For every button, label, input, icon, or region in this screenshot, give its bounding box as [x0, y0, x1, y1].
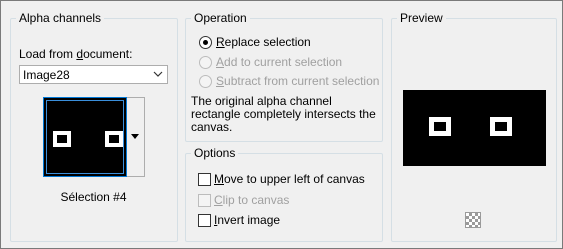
selection-name: Sélection #4 [60, 190, 127, 204]
radio-label-add: Add to current selection [216, 55, 343, 69]
checkbox-move[interactable] [198, 173, 211, 186]
chevron-down-icon [153, 71, 163, 77]
operation-description-line-3: canvas. [191, 120, 233, 134]
preview-canvas [403, 90, 546, 166]
checkbox-label-invert: Invert image [214, 213, 281, 227]
checkbox-clip[interactable] [198, 194, 211, 207]
checkbox-label-move: Move to upper left of canvas [214, 172, 365, 186]
thumbnail-dropdown-button[interactable] [127, 97, 145, 177]
checkbox-label-clip: Clip to canvas [214, 193, 290, 207]
checkerboard-icon[interactable] [465, 212, 481, 228]
document-select[interactable]: Image28 [19, 65, 168, 84]
radio-button-add[interactable] [199, 56, 212, 69]
triangle-down-icon [131, 134, 139, 139]
operation-description-line-2: rectangle completely intersects the [191, 107, 376, 121]
radio-button-replace[interactable] [199, 36, 212, 49]
preview-shape-right [490, 117, 512, 136]
radio-label-subtract: Subtract from current selection [216, 74, 380, 88]
thumbnail-shape-left [53, 131, 71, 147]
options-title: Options [191, 145, 239, 161]
alpha-channels-title: Alpha channels [16, 10, 105, 26]
preview-shape-left [429, 117, 451, 136]
document-select-value: Image28 [23, 68, 70, 82]
operation-description-line-1: The original alpha channel [191, 94, 332, 108]
load-from-document-label: Load from document: [19, 47, 133, 61]
alpha-channel-dialog: Alpha channels Load from document: Image… [0, 0, 563, 249]
thumbnail-shape-right [105, 131, 123, 147]
radio-button-subtract[interactable] [199, 75, 212, 88]
channel-thumbnail[interactable] [43, 97, 127, 177]
checkbox-invert[interactable] [198, 214, 211, 227]
operation-title: Operation [191, 10, 250, 26]
preview-title: Preview [397, 10, 446, 26]
radio-label-replace: Replace selection [216, 35, 311, 49]
